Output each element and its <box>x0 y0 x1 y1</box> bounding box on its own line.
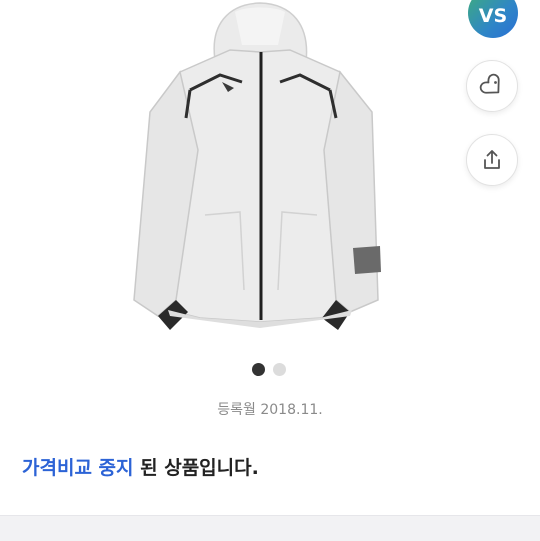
status-rest: 된 상품입니다. <box>133 457 259 479</box>
status-highlight: 가격비교 중지 <box>22 457 134 479</box>
pagination-dot[interactable] <box>273 363 286 376</box>
gallery-pagination <box>252 363 286 376</box>
pagination-dot-active[interactable] <box>252 363 265 376</box>
share-icon <box>484 150 500 169</box>
product-image <box>133 2 381 330</box>
share-button[interactable] <box>466 134 518 186</box>
vs-label: VS <box>478 5 508 27</box>
registered-date: 등록월 2018.11. <box>217 402 323 418</box>
heart-tag-icon <box>479 73 500 94</box>
vs-compare-button[interactable]: VS <box>468 0 518 38</box>
price-compare-status: 가격비교 중지 된 상품입니다. <box>22 453 259 480</box>
section-divider <box>0 515 540 541</box>
wishlist-button[interactable] <box>466 60 518 112</box>
